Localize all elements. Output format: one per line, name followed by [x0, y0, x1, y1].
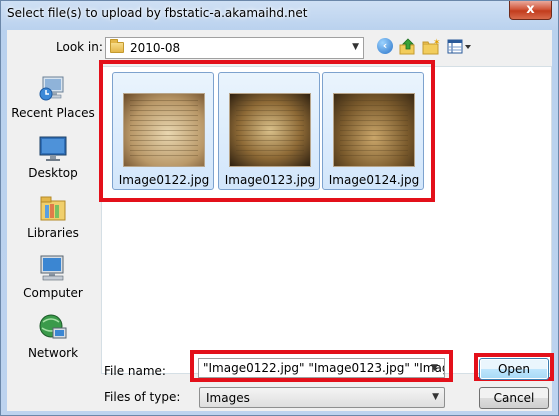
network-icon	[37, 312, 69, 344]
look-in-label: Look in:	[56, 40, 103, 54]
file-name-label: File name:	[104, 364, 166, 378]
nav-item-desktop[interactable]: Desktop	[7, 132, 99, 190]
libraries-icon	[37, 192, 69, 224]
cancel-button[interactable]: Cancel	[479, 387, 549, 409]
files-of-type-label: Files of type:	[104, 390, 181, 404]
places-bar: Recent Places Desktop Libraries Computer…	[7, 66, 99, 360]
nav-item-label: Libraries	[27, 226, 79, 240]
svg-text:✶: ✶	[433, 38, 440, 48]
open-button[interactable]: Open	[479, 358, 549, 380]
desktop-icon	[37, 132, 69, 164]
look-in-value: 2010-08	[130, 41, 181, 55]
nav-item-label: Computer	[23, 286, 83, 300]
dialog-body: Look in: 2010-08 ▼ ‹ ✶ Recent Places Des…	[7, 30, 554, 411]
look-in-dropdown[interactable]: 2010-08 ▼	[105, 37, 364, 59]
nav-item-libraries[interactable]: Libraries	[7, 192, 99, 250]
nav-item-network[interactable]: Network	[7, 312, 99, 370]
views-menu-icon[interactable]	[447, 38, 473, 56]
computer-icon	[37, 252, 69, 284]
chevron-down-icon: ▼	[432, 392, 439, 402]
chevron-down-icon[interactable]: ▼	[352, 42, 359, 52]
selection-highlight	[99, 60, 435, 202]
file-dialog-window: Select file(s) to upload by fbstatic-a.a…	[0, 0, 559, 416]
up-folder-icon[interactable]	[399, 38, 417, 56]
nav-item-label: Network	[27, 346, 79, 360]
recent-places-icon	[37, 72, 69, 104]
close-button[interactable]: x	[509, 1, 552, 20]
new-folder-icon[interactable]: ✶	[422, 38, 441, 56]
nav-item-label: Recent Places	[11, 106, 95, 120]
back-icon[interactable]: ‹	[377, 38, 395, 56]
nav-item-label: Desktop	[28, 166, 78, 180]
file-name-input[interactable]: "Image0122.jpg" "Image0123.jpg" "Image01…	[198, 358, 445, 378]
window-title: Select file(s) to upload by fbstatic-a.a…	[7, 6, 308, 20]
chevron-down-icon[interactable]: ▼	[431, 363, 438, 373]
files-of-type-value: Images	[206, 391, 250, 405]
title-bar: Select file(s) to upload by fbstatic-a.a…	[1, 1, 558, 29]
nav-item-recent-places[interactable]: Recent Places	[7, 72, 99, 130]
files-of-type-select[interactable]: Images ▼	[199, 387, 445, 408]
nav-item-computer[interactable]: Computer	[7, 252, 99, 310]
folder-icon	[110, 39, 124, 53]
